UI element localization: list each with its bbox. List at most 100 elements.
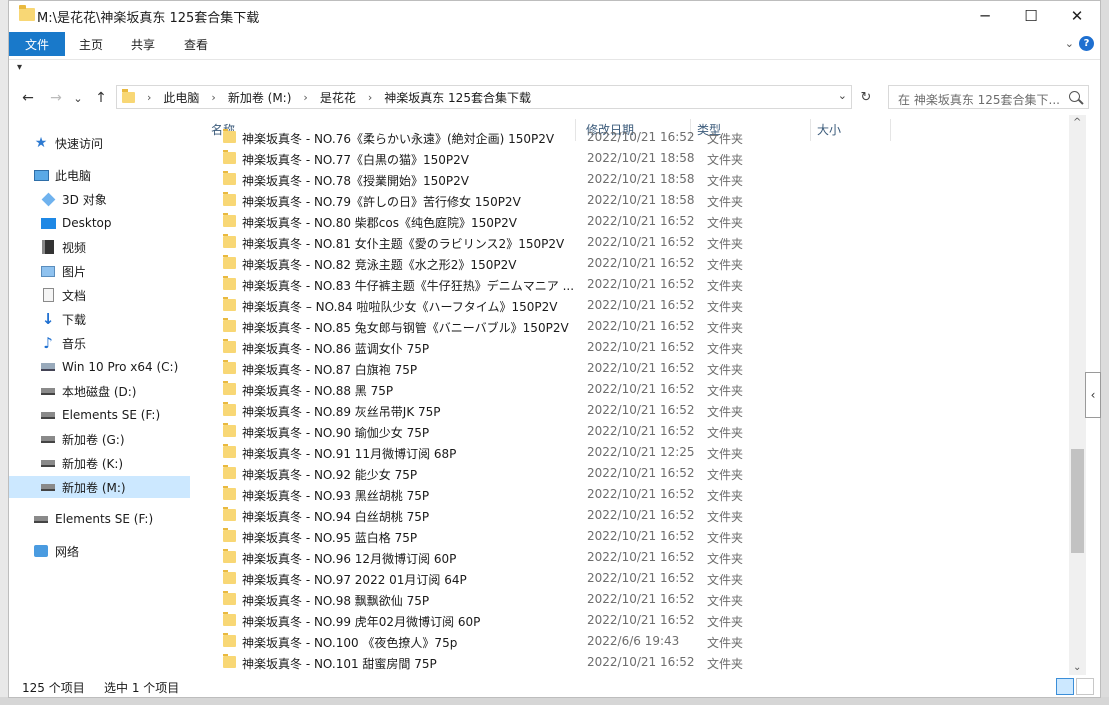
file-name: 神楽坂真冬 - NO.99 虎年02月微博订阅 60P	[242, 615, 481, 629]
file-date: 2022/10/21 16:52	[587, 340, 695, 354]
maximize-button[interactable]: ☐	[1008, 1, 1054, 31]
table-row[interactable]: 神楽坂真冬 - NO.92 能少女 75P 2022/10/21 16:52 文件夹	[199, 463, 899, 484]
expand-ribbon-icon[interactable]: ⌄	[1065, 37, 1074, 50]
breadcrumb-this-pc[interactable]: 此电脑	[163, 89, 199, 106]
breadcrumb-folder[interactable]: 是花花	[320, 89, 356, 106]
table-row[interactable]: 神楽坂真冬 - NO.97 2022 01月订阅 64P 2022/10/21 1…	[199, 568, 899, 589]
sidebar-item-elements-se[interactable]: Elements SE (F:)	[33, 508, 153, 530]
table-row[interactable]: 神楽坂真冬 - NO.94 白丝胡桃 75P 2022/10/21 16:52 文件…	[199, 505, 899, 526]
table-row[interactable]: 神楽坂真冬 - NO.85 兔女郎与钢管《バニーバブル》150P2V 2022/1…	[199, 316, 899, 337]
minimize-button[interactable]: ─	[962, 1, 1008, 31]
file-date: 2022/10/21 16:52	[587, 319, 695, 333]
title-bar[interactable]: M:\是花花\神楽坂真东 125套合集下载 ─ ☐ ✕	[9, 1, 1100, 31]
tab-file[interactable]: 文件	[9, 32, 65, 56]
search-icon[interactable]	[1069, 91, 1080, 102]
scroll-down-icon[interactable]: ⌄	[1073, 662, 1081, 673]
table-row[interactable]: 神楽坂真冬 - NO.89 灰丝吊带JK 75P 2022/10/21 16:52…	[199, 400, 899, 421]
table-row[interactable]: 神楽坂真冬 - NO.82 竞泳主题《水之形2》150P2V 2022/10/21…	[199, 253, 899, 274]
large-icons-view-icon[interactable]	[1076, 678, 1094, 695]
file-date: 2022/10/21 16:52	[587, 256, 695, 270]
table-row[interactable]: 神楽坂真冬 - NO.100 《夜色撩人》75p 2022/6/6 19:43 文件…	[199, 631, 899, 652]
sidebar-item-downloads[interactable]: ↓ 下载	[40, 308, 86, 330]
sidebar-item-pictures[interactable]: 图片	[40, 260, 86, 282]
back-button[interactable]: ←	[17, 87, 39, 109]
sidebar-item-drive-c[interactable]: Win 10 Pro x64 (C:)	[40, 356, 178, 378]
table-row[interactable]: 神楽坂真冬 - NO.77《白黒の猫》150P2V 2022/10/21 18:5…	[199, 148, 899, 169]
sidebar-item-drive-k[interactable]: 新加卷 (K:)	[40, 452, 123, 474]
table-row[interactable]: 神楽坂真冬 - NO.83 牛仔裤主题《牛仔狂热》デニムマニア ... 2022/…	[199, 274, 899, 295]
file-date: 2022/10/21 16:52	[587, 466, 695, 480]
file-type: 文件夹	[707, 615, 744, 629]
table-row[interactable]: 神楽坂真冬 - NO.80 柴郡cos《纯色庭院》150P2V 2022/10/2…	[199, 211, 899, 232]
sidebar-item-drive-d[interactable]: 本地磁盘 (D:)	[40, 380, 136, 402]
file-date: 2022/6/6 19:43	[587, 634, 680, 648]
pc-icon	[33, 169, 49, 181]
folder-icon	[223, 318, 236, 332]
table-row[interactable]: 神楽坂真冬 - NO.99 虎年02月微博订阅 60P 2022/10/21 16…	[199, 610, 899, 631]
table-row[interactable]: 神楽坂真冬 - NO.79《許しの日》苦行修女 150P2V 2022/10/21…	[199, 190, 899, 211]
sidebar-item-desktop[interactable]: Desktop	[40, 212, 112, 234]
sidebar-item-drive-f[interactable]: Elements SE (F:)	[40, 404, 160, 426]
folder-icon	[223, 612, 236, 626]
music-icon: ♪	[43, 334, 53, 352]
sidebar-item-videos[interactable]: 视频	[40, 236, 86, 258]
table-row[interactable]: 神楽坂真冬 - NO.78《授業開始》150P2V 2022/10/21 18:5…	[199, 169, 899, 190]
vertical-scrollbar[interactable]: ^ ⌄	[1069, 115, 1086, 675]
refresh-button[interactable]: ↻	[856, 85, 876, 109]
search-box[interactable]: 在 神楽坂真东 125套合集下...	[888, 85, 1089, 109]
up-button[interactable]: ↑	[91, 87, 111, 109]
table-row[interactable]: 神楽坂真冬 - NO.96 12月微博订阅 60P 2022/10/21 16:5…	[199, 547, 899, 568]
table-row[interactable]: 神楽坂真冬 - NO.93 黑丝胡桃 75P 2022/10/21 16:52 文件…	[199, 484, 899, 505]
ribbon-tabs: 文件 主页 共享 查看 ⌄ ?	[9, 31, 1100, 57]
tab-home[interactable]: 主页	[79, 32, 103, 56]
close-button[interactable]: ✕	[1054, 1, 1100, 31]
folder-icon	[223, 486, 236, 500]
sidebar-item-drive-g[interactable]: 新加卷 (G:)	[40, 428, 125, 450]
tab-view[interactable]: 查看	[184, 32, 208, 56]
sidebar-item-3d-objects[interactable]: 3D 对象	[40, 188, 107, 210]
folder-icon	[223, 633, 236, 647]
address-bar[interactable]: › 此电脑 › 新加卷 (M:) › 是花花 › 神楽坂真东 125套合集下载 …	[116, 85, 852, 109]
table-row[interactable]: 神楽坂真冬 - NO.81 女仆主题《愛のラビリンス2》150P2V 2022/1…	[199, 232, 899, 253]
drive-icon	[41, 483, 55, 491]
address-dropdown-icon[interactable]: ⌄	[838, 89, 847, 102]
table-row[interactable]: 神楽坂真冬 - NO.95 蓝白格 75P 2022/10/21 16:52 文件夹	[199, 526, 899, 547]
sidebar-item-label: 网络	[55, 544, 80, 559]
sidebar-item-this-pc[interactable]: 此电脑	[33, 164, 91, 186]
file-date: 2022/10/21 16:52	[587, 382, 695, 396]
breadcrumb-current[interactable]: 神楽坂真东 125套合集下载	[384, 89, 531, 106]
table-row[interactable]: 神楽坂真冬 - NO.87 白旗袍 75P 2022/10/21 16:52 文件夹	[199, 358, 899, 379]
scrollbar-thumb[interactable]	[1071, 449, 1084, 553]
sidebar-item-documents[interactable]: 文档	[40, 284, 86, 306]
drive-icon	[41, 435, 55, 443]
details-view-icon[interactable]	[1056, 678, 1074, 695]
table-row[interactable]: 神楽坂真冬 - NO.86 蓝调女仆 75P 2022/10/21 16:52 文件…	[199, 337, 899, 358]
breadcrumb-drive-m[interactable]: 新加卷 (M:)	[228, 89, 292, 106]
help-icon[interactable]: ?	[1079, 36, 1094, 51]
sidebar-item-label: 图片	[62, 264, 87, 279]
table-row[interactable]: 神楽坂真冬 - NO.91 11月微博订阅 68P 2022/10/21 12:2…	[199, 442, 899, 463]
download-icon: ↓	[41, 310, 55, 328]
file-name: 神楽坂真冬 - NO.89 灰丝吊带JK 75P	[242, 405, 441, 419]
file-name: 神楽坂真冬 - NO.78《授業開始》150P2V	[242, 174, 469, 188]
table-row[interactable]: 神楽坂真冬 – NO.84 啦啦队少女《ハーフタイム》150P2V 2022/10…	[199, 295, 899, 316]
sidebar-item-quick-access[interactable]: ★ 快速访问	[33, 132, 103, 154]
tab-share[interactable]: 共享	[131, 32, 155, 56]
table-row[interactable]: 神楽坂真冬 - NO.101 甜蜜房間 75P 2022/10/21 16:52 文…	[199, 652, 899, 673]
search-input[interactable]: 在 神楽坂真东 125套合集下...	[898, 91, 1063, 108]
sidebar-item-drive-m[interactable]: 新加卷 (M:)	[9, 476, 190, 498]
sidebar-item-music[interactable]: ♪ 音乐	[40, 332, 86, 354]
sidebar-item-label: Win 10 Pro x64 (C:)	[62, 360, 179, 374]
forward-button[interactable]: →	[45, 87, 67, 109]
table-row[interactable]: 神楽坂真冬 - NO.76《柔らかい永遠》(絶対企画) 150P2V 2022/1…	[199, 127, 899, 148]
file-date: 2022/10/21 16:52	[587, 235, 695, 249]
table-row[interactable]: 神楽坂真冬 - NO.98 飘飘欲仙 75P 2022/10/21 16:52 文件…	[199, 589, 899, 610]
customize-toolbar-icon[interactable]: ▾	[17, 62, 22, 73]
scroll-up-icon[interactable]: ^	[1073, 117, 1081, 128]
sidebar-item-network[interactable]: 网络	[33, 540, 79, 562]
preview-pane-toggle[interactable]: ‹	[1085, 372, 1101, 418]
table-row[interactable]: 神楽坂真冬 - NO.90 瑜伽少女 75P 2022/10/21 16:52 文件…	[199, 421, 899, 442]
status-bar: 125 个项目 选中 1 个项目	[9, 676, 1100, 697]
table-row[interactable]: 神楽坂真冬 - NO.88 黑 75P 2022/10/21 16:52 文件夹	[199, 379, 899, 400]
recent-locations-icon[interactable]: ⌄	[72, 87, 84, 109]
